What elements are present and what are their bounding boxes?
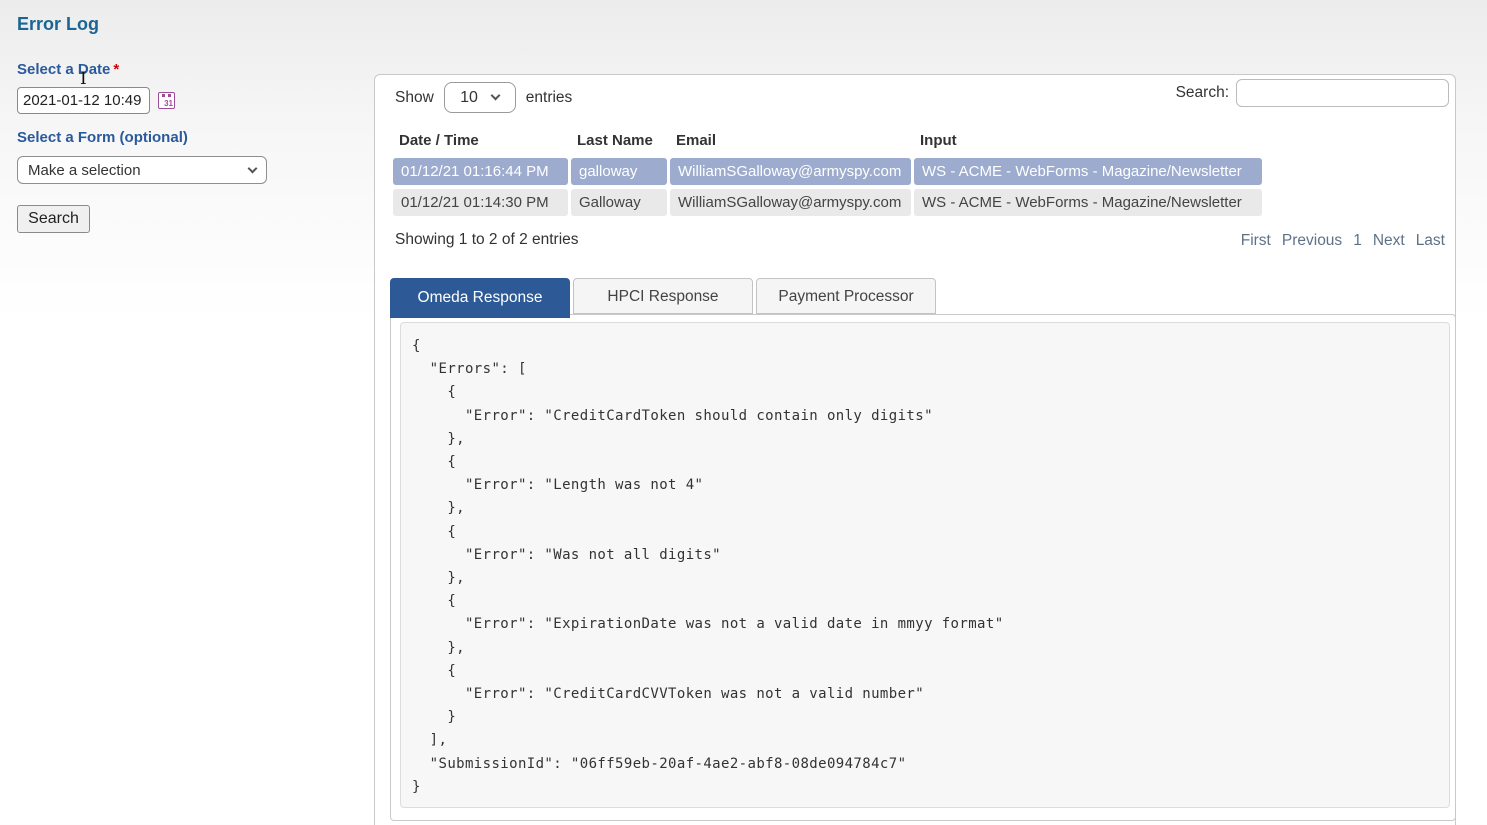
entries-label: entries: [526, 89, 573, 107]
response-json-box: { "Errors": [ { "Error": "CreditCardToke…: [400, 322, 1450, 808]
pagination: First Previous 1 Next Last: [1241, 232, 1445, 250]
pagination-page-1[interactable]: 1: [1353, 232, 1362, 250]
date-input[interactable]: [17, 87, 150, 114]
page-size-select[interactable]: 10: [444, 82, 516, 113]
tab-payment-processor[interactable]: Payment Processor: [756, 278, 936, 314]
chevron-down-icon: [491, 91, 501, 101]
pagination-next[interactable]: Next: [1373, 232, 1405, 250]
calendar-icon[interactable]: 31: [158, 92, 175, 109]
pagination-last[interactable]: Last: [1416, 232, 1445, 250]
cell-email[interactable]: WilliamSGalloway@armyspy.com: [670, 158, 911, 185]
cell-date-time[interactable]: 01/12/21 01:14:30 PM: [393, 189, 568, 216]
column-header-date[interactable]: Date / Time: [393, 129, 568, 154]
form-field-label: Select a Form (optional): [17, 129, 188, 146]
date-field-label: Select a Date*: [17, 61, 119, 78]
page-size-row: Show 10 entries: [395, 82, 572, 113]
cell-last-name[interactable]: Galloway: [571, 189, 667, 216]
date-field-label-text: Select a Date: [17, 61, 110, 78]
cell-input[interactable]: WS - ACME - WebForms - Magazine/Newslett…: [914, 158, 1262, 185]
tab-omeda-response[interactable]: Omeda Response: [390, 278, 570, 318]
show-label: Show: [395, 89, 434, 107]
response-tabs: Omeda Response HPCI Response Payment Pro…: [390, 278, 936, 318]
calendar-ring-icon: [162, 94, 165, 97]
form-select[interactable]: Make a selection: [17, 156, 267, 184]
tab-hpci-response[interactable]: HPCI Response: [573, 278, 753, 314]
cell-email[interactable]: WilliamSGalloway@armyspy.com: [670, 189, 911, 216]
pagination-first[interactable]: First: [1241, 232, 1271, 250]
column-header-last-name[interactable]: Last Name: [571, 129, 667, 154]
table-header-row: Date / Time Last Name Email Input: [393, 129, 1262, 154]
cell-input[interactable]: WS - ACME - WebForms - Magazine/Newslett…: [914, 189, 1262, 216]
table-search-label: Search:: [1176, 84, 1229, 102]
table-row[interactable]: 01/12/21 01:16:44 PM galloway WilliamSGa…: [393, 158, 1262, 185]
cell-date-time[interactable]: 01/12/21 01:16:44 PM: [393, 158, 568, 185]
column-header-email[interactable]: Email: [670, 129, 911, 154]
calendar-ring-icon: [168, 94, 171, 97]
column-header-input[interactable]: Input: [914, 129, 1262, 154]
required-asterisk: *: [113, 61, 119, 78]
pagination-previous[interactable]: Previous: [1282, 232, 1342, 250]
tab-content-panel: { "Errors": [ { "Error": "CreditCardToke…: [390, 314, 1456, 821]
form-select-value: Make a selection: [28, 162, 141, 179]
sidebar: Error Log Select a Date* 31 Select a For…: [17, 14, 357, 35]
table-row[interactable]: 01/12/21 01:14:30 PM Galloway WilliamSGa…: [393, 189, 1262, 216]
table-search-row: Search:: [1176, 79, 1449, 107]
chevron-down-icon: [248, 163, 258, 173]
response-json-text: { "Errors": [ { "Error": "CreditCardToke…: [401, 323, 1449, 808]
table-summary: Showing 1 to 2 of 2 entries: [395, 231, 579, 249]
table-search-input[interactable]: [1236, 79, 1449, 107]
cell-last-name[interactable]: galloway: [571, 158, 667, 185]
date-field-row: 31: [17, 87, 175, 114]
page-title: Error Log: [17, 14, 357, 35]
search-button[interactable]: Search: [17, 205, 90, 233]
page-size-value: 10: [460, 89, 478, 107]
calendar-day-number: 31: [164, 100, 173, 108]
results-card: Show 10 entries Search: Date / Time Last…: [374, 74, 1456, 825]
error-log-table: Date / Time Last Name Email Input 01/12/…: [390, 125, 1265, 220]
